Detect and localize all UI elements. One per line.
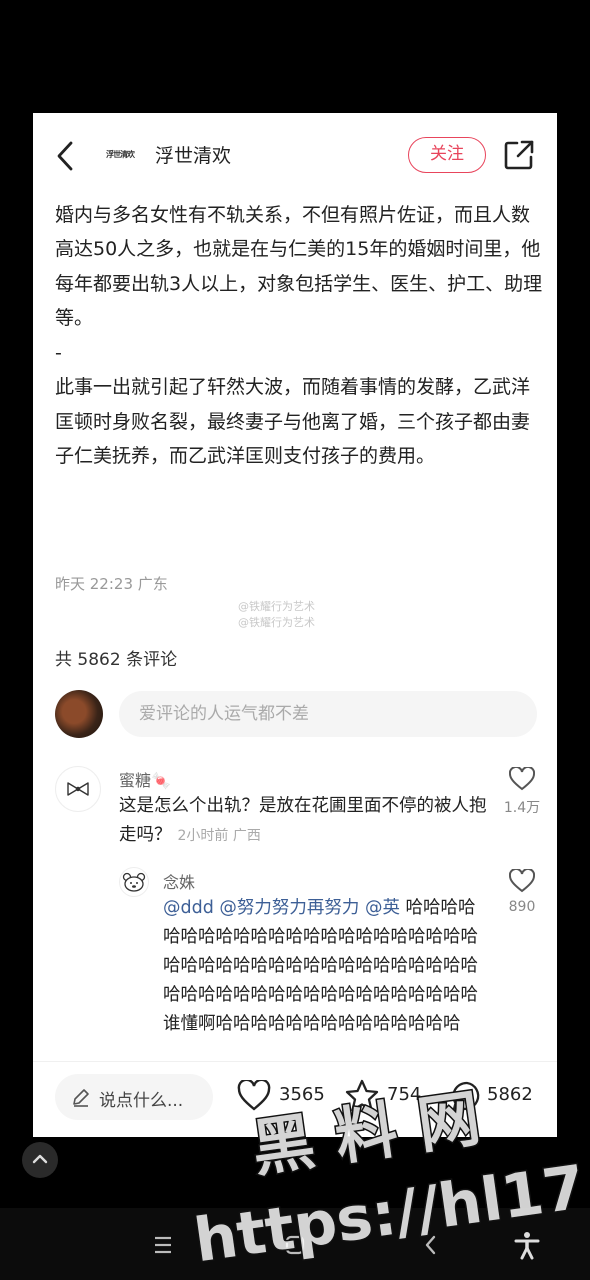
comment-like-button[interactable]: 890: [497, 867, 547, 915]
scroll-fade: [33, 1048, 557, 1060]
back-icon[interactable]: [416, 1230, 446, 1260]
star-count: 754: [387, 1084, 422, 1105]
say-something-input[interactable]: 说点什么...: [55, 1074, 213, 1120]
accessibility-icon[interactable]: [512, 1230, 542, 1260]
scroll-top-button[interactable]: [22, 1142, 58, 1178]
post-time-location: 昨天 22:23 广东: [55, 575, 168, 593]
mention-link[interactable]: @英: [365, 898, 400, 918]
comment-count: 5862: [487, 1084, 533, 1105]
commenter-avatar[interactable]: [55, 766, 101, 812]
article-separator: -: [55, 341, 62, 364]
comment-like-button[interactable]: 1.4万: [497, 765, 547, 817]
comment-username[interactable]: 念姝: [163, 869, 195, 893]
pencil-icon: [73, 1089, 89, 1107]
comment-input[interactable]: 爱评论的人运气都不差: [119, 691, 537, 737]
commenter-avatar[interactable]: [119, 867, 149, 897]
article-paragraph: 此事一出就引起了轩然大波，而随着事情的发酵，乙武洋匡顿时身败名裂，最终妻子与他离…: [55, 376, 531, 467]
heart-icon: [237, 1080, 271, 1111]
back-arrow-icon[interactable]: [51, 139, 79, 173]
watermark-line: @铁耀行为艺术: [238, 600, 315, 613]
star-button[interactable]: 754: [345, 1075, 437, 1119]
comment-text: 这是怎么个出轨？是放在花圃里面不停的被人抱走吗？ 2小时前 广西: [119, 792, 489, 851]
like-count: 3565: [279, 1084, 325, 1105]
heart-icon: [508, 765, 536, 791]
my-avatar: [55, 690, 103, 738]
screen: 浮世清欢 浮世清欢 关注 汹涌，2016年，乙武洋匡在准备参议院选举时，被曝出在…: [0, 0, 590, 1280]
comment-bubble-icon: [452, 1081, 480, 1111]
comment-body: 这是怎么个出轨？是放在花圃里面不停的被人抱走吗？: [119, 796, 487, 845]
share-icon[interactable]: [503, 139, 535, 171]
bear-icon: [122, 872, 146, 892]
star-icon: [345, 1079, 379, 1112]
comment-button[interactable]: 5862: [451, 1075, 551, 1119]
bow-icon: [67, 782, 89, 796]
comment-text: @ddd @努力努力再努力 @英 哈哈哈哈哈哈哈哈哈哈哈哈哈哈哈哈哈哈哈哈哈哈哈…: [163, 894, 493, 1052]
comment-body: 哈哈哈哈哈哈哈哈哈哈哈哈哈哈哈哈哈哈哈哈哈哈哈哈哈哈哈哈哈哈哈哈哈哈哈哈哈哈哈哈…: [163, 898, 478, 1034]
watermark-line: @铁耀行为艺术: [238, 616, 315, 629]
comment-username[interactable]: 蜜糖🍬: [119, 767, 171, 791]
say-something-placeholder: 说点什么...: [99, 1091, 184, 1111]
recent-apps-icon[interactable]: [148, 1230, 178, 1260]
comment-count-label: 共 5862 条评论: [55, 650, 178, 670]
comment-like-count: 1.4万: [503, 800, 541, 816]
mention-link[interactable]: @努力努力再努力: [219, 898, 359, 918]
home-icon[interactable]: [280, 1230, 310, 1260]
header: 浮世清欢 浮世清欢 关注: [33, 113, 557, 195]
follow-button[interactable]: 关注: [408, 137, 486, 173]
image-watermark: @铁耀行为艺术 @铁耀行为艺术: [238, 599, 315, 631]
author-name[interactable]: 浮世清欢: [155, 141, 231, 168]
like-button[interactable]: 3565: [237, 1075, 329, 1119]
article-body: 汹涌，2016年，乙武洋匡在准备参议院选举时，被曝出在婚内与多名女性有不轨关系，…: [55, 163, 545, 474]
chevron-up-icon: [32, 1154, 48, 1164]
account-logo[interactable]: 浮世清欢: [99, 146, 141, 164]
heart-icon: [508, 867, 536, 893]
post-detail-card: 浮世清欢 浮世清欢 关注 汹涌，2016年，乙武洋匡在准备参议院选举时，被曝出在…: [33, 113, 557, 1137]
comment-meta: 2小时前 广西: [177, 828, 261, 844]
bottom-action-bar: 说点什么... 3565 754 5862: [33, 1061, 557, 1137]
comment-like-count: 890: [508, 899, 536, 915]
mention-link[interactable]: @ddd: [163, 898, 214, 918]
system-navigation-bar: [0, 1208, 590, 1280]
